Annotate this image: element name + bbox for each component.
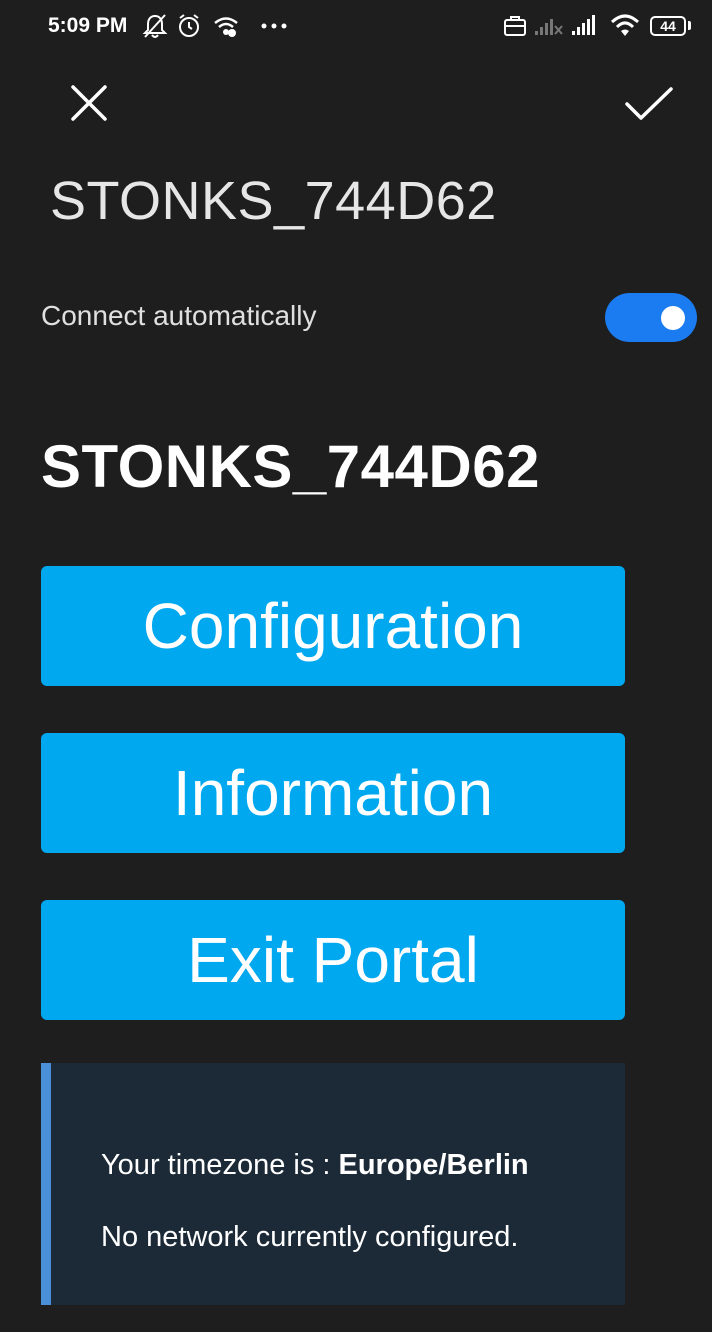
exit-portal-button[interactable]: Exit Portal [41,900,625,1020]
signal-icon [572,15,595,35]
timezone-value: Europe/Berlin [338,1149,529,1181]
signal-off-icon [535,19,563,35]
wifi-icon [610,14,640,36]
confirm-button[interactable] [622,80,676,126]
configuration-button[interactable]: Configuration [41,566,625,686]
connect-automatically-toggle[interactable] [605,293,697,342]
information-button[interactable]: Information [41,733,625,853]
close-icon [71,85,107,121]
close-button[interactable] [66,80,112,126]
check-icon [625,87,673,120]
network-status: No network currently configured. [101,1221,519,1253]
battery-icon: 44 [650,16,686,36]
briefcase-icon [504,16,526,36]
muted-notification-icon [142,14,168,38]
status-time: 5:09 PM [48,14,128,37]
info-box: Your timezone is : Europe/Berlin No netw… [41,1063,625,1305]
alarm-icon [179,14,199,37]
status-bar: 5:09 PM 44 [0,0,712,56]
timezone-line: Your timezone is : Europe/Berlin [101,1149,529,1182]
more-dots-icon [261,23,287,29]
portal-title: STONKS_744D62 [41,433,540,500]
battery-tip [688,21,691,30]
toggle-knob [661,306,685,330]
wifi-small-icon [214,17,238,37]
network-name: STONKS_744D62 [50,171,497,231]
timezone-prefix: Your timezone is : [101,1149,339,1181]
connect-automatically-label: Connect automatically [41,300,317,331]
